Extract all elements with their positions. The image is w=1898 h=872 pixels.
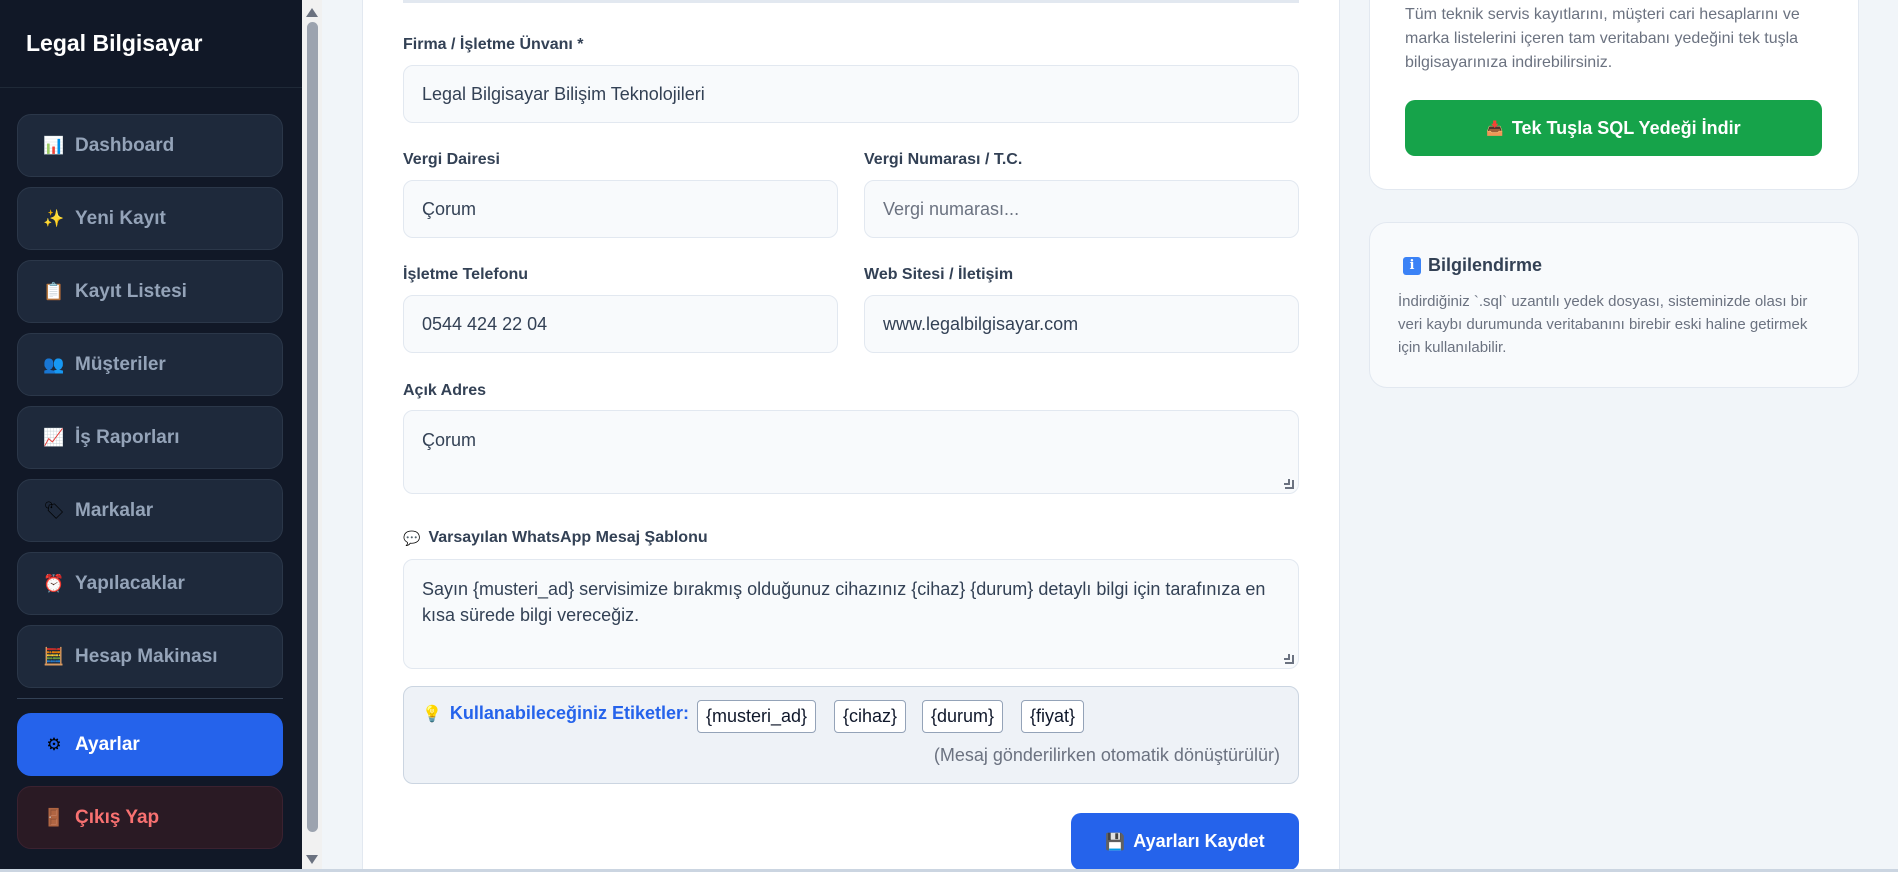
whatsapp-template-textarea[interactable]: Sayın {musteri_ad} servisimize bırakmış … [403, 559, 1299, 669]
sidebar-item-label: Yeni Kayıt [75, 207, 166, 229]
chart-icon: 📊 [43, 135, 65, 155]
sidebar-item-label: Yapılacaklar [75, 572, 185, 594]
sidebar-item-label: İş Raporları [75, 426, 180, 448]
sidebar-item-label: Kayıt Listesi [75, 280, 187, 302]
tag-icon: 🏷 [43, 500, 65, 520]
sparkles-icon: ✨ [43, 208, 65, 228]
floppy-disk-icon: 💾 [1105, 833, 1126, 851]
whatsapp-template-text: Sayın {musteri_ad} servisimize bırakmış … [422, 579, 1266, 625]
info-title-text: Bilgilendirme [1428, 255, 1543, 275]
website-label: Web Sitesi / İletişim [864, 266, 1014, 283]
speech-bubble-icon: 💬 [403, 529, 421, 546]
tags-info-box: 💡 Kullanabileceğiniz Etiketler: {musteri… [403, 686, 1299, 784]
sidebar-item-todos[interactable]: ⏰ Yapılacaklar [17, 552, 283, 615]
download-sql-backup-button[interactable]: 📥 Tek Tuşla SQL Yedeği İndir [1405, 100, 1822, 156]
phone-label: İşletme Telefonu [403, 266, 529, 283]
phone-input[interactable]: 0544 424 22 04 [403, 295, 838, 353]
sidebar-item-label: Markalar [75, 499, 154, 521]
sidebar-item-logout[interactable]: 🚪 Çıkış Yap [17, 786, 283, 849]
sidebar: Legal Bilgisayar 📊 Dashboard ✨ Yeni Kayı… [0, 0, 302, 872]
address-label: Açık Adres [403, 382, 486, 399]
save-settings-button[interactable]: 💾 Ayarları Kaydet [1071, 813, 1299, 870]
address-textarea[interactable]: Çorum [403, 410, 1299, 494]
tax-number-label: Vergi Numarası / T.C. [864, 151, 1023, 168]
sidebar-item-label: Çıkış Yap [75, 806, 160, 828]
download-tray-icon: 📥 [1486, 119, 1504, 136]
scroll-up-arrow-icon[interactable] [306, 8, 318, 17]
sidebar-nav: 📊 Dashboard ✨ Yeni Kayıt 📋 Kayıt Listesi… [17, 114, 283, 859]
scrollbar[interactable] [302, 0, 322, 872]
scroll-down-arrow-icon[interactable] [306, 855, 318, 864]
tag-cihaz: {cihaz} [834, 700, 907, 733]
door-icon: 🚪 [43, 807, 65, 827]
whatsapp-label-text: Varsayılan WhatsApp Mesaj Şablonu [428, 529, 708, 546]
app-title: Legal Bilgisayar [26, 30, 203, 56]
sidebar-divider [17, 698, 283, 699]
alarm-icon: ⏰ [43, 573, 65, 593]
sidebar-item-settings[interactable]: ⚙ Ayarlar [17, 713, 283, 776]
resize-handle-icon[interactable] [1284, 479, 1294, 489]
sidebar-item-new-record[interactable]: ✨ Yeni Kayıt [17, 187, 283, 250]
address-text: Çorum [422, 430, 477, 450]
tags-note: (Mesaj gönderilirken otomatik dönüştürül… [933, 745, 1280, 765]
save-settings-label: Ayarları Kaydet [1133, 831, 1265, 851]
sidebar-item-brands[interactable]: 🏷 Markalar [17, 479, 283, 542]
tag-fiyat: {fiyat} [1021, 700, 1085, 733]
sidebar-item-reports[interactable]: 📈 İş Raporları [17, 406, 283, 469]
backup-description: Tüm teknik servis kayıtlarını, müşteri c… [1405, 6, 1800, 71]
sidebar-item-customers[interactable]: 👥 Müşteriler [17, 333, 283, 396]
tags-title: 💡 Kullanabileceğiniz Etiketler: [422, 703, 689, 724]
whatsapp-label: 💬 Varsayılan WhatsApp Mesaj Şablonu [403, 529, 708, 547]
tax-office-label: Vergi Dairesi [403, 151, 500, 168]
users-icon: 👥 [43, 354, 65, 374]
company-name-input[interactable]: Legal Bilgisayar Bilişim Teknolojileri [403, 65, 1299, 123]
abacus-icon: 🧮 [43, 646, 65, 666]
scrollbar-thumb[interactable] [307, 22, 318, 832]
info-text: İndirdiğiniz `.sql` uzantılı yedek dosya… [1398, 293, 1808, 356]
sidebar-item-calculator[interactable]: 🧮 Hesap Makinası [17, 625, 283, 688]
sidebar-item-label: Dashboard [75, 134, 175, 156]
resize-handle-icon[interactable] [1284, 654, 1294, 664]
gear-icon: ⚙ [46, 734, 62, 754]
website-input[interactable]: www.legalbilgisayar.com [864, 295, 1299, 353]
tax-office-input[interactable]: Çorum [403, 180, 838, 238]
download-sql-backup-label: Tek Tuşla SQL Yedeği İndir [1511, 117, 1741, 138]
sidebar-item-label: Hesap Makinası [75, 645, 218, 667]
info-title: i Bilgilendirme [1403, 255, 1542, 276]
section-divider [403, 0, 1299, 3]
trend-icon: 📈 [43, 427, 65, 447]
sidebar-item-record-list[interactable]: 📋 Kayıt Listesi [17, 260, 283, 323]
tags-title-text: Kullanabileceğiniz Etiketler: [449, 703, 689, 723]
tag-musteri-ad: {musteri_ad} [697, 700, 817, 733]
clipboard-icon: 📋 [43, 281, 65, 301]
sidebar-item-label: Ayarlar [75, 733, 140, 755]
tag-durum: {durum} [922, 700, 1004, 733]
info-icon: i [1403, 256, 1421, 275]
brand: Legal Bilgisayar [0, 0, 302, 88]
company-label: Firma / İşletme Ünvanı * [403, 36, 584, 53]
sidebar-item-label: Müşteriler [75, 353, 166, 375]
lightbulb-icon: 💡 [422, 705, 442, 723]
tax-number-input[interactable]: Vergi numarası... [864, 180, 1299, 238]
sidebar-item-dashboard[interactable]: 📊 Dashboard [17, 114, 283, 177]
